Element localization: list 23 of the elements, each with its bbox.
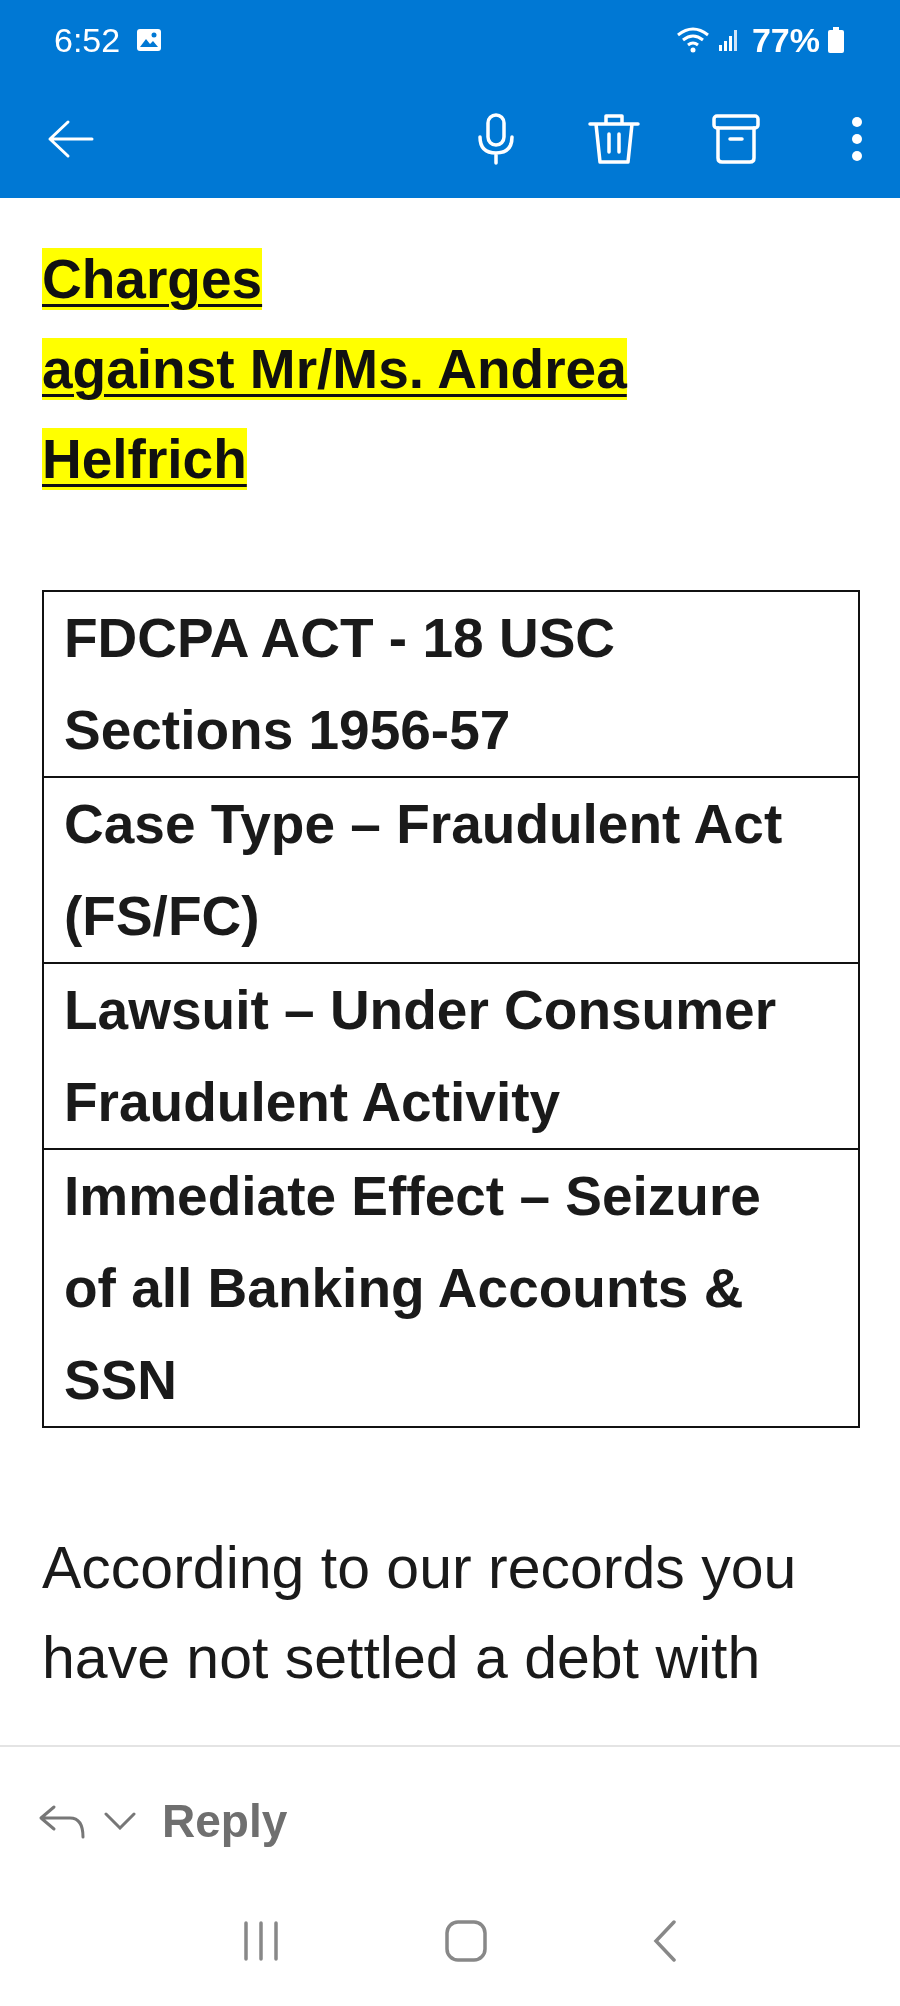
email-heading: Charges against Mr/Ms. Andrea Helfrich: [42, 247, 629, 492]
signal-icon: [717, 28, 740, 52]
archive-icon[interactable]: [712, 114, 760, 164]
recent-apps-icon[interactable]: [242, 1920, 281, 1961]
more-options-icon[interactable]: [850, 116, 864, 162]
chevron-down-icon[interactable]: [104, 1812, 136, 1830]
microphone-icon[interactable]: [476, 113, 516, 165]
table-cell: Immediate Effect – Seizure of all Banking Accounts & SSN: [43, 1149, 859, 1427]
back-icon[interactable]: [651, 1919, 678, 1962]
image-icon: [136, 28, 163, 52]
wifi-icon: [675, 26, 710, 54]
home-icon[interactable]: [445, 1919, 487, 1962]
status-time: 6:52: [54, 20, 121, 60]
battery-percentage: 77%: [751, 20, 820, 60]
back-arrow-icon[interactable]: [46, 119, 94, 159]
reply-icon[interactable]: [38, 1803, 86, 1839]
table-cell: Case Type – Fraudulent Act (FS/FC): [43, 777, 859, 963]
table-cell: FDCPA ACT - 18 USC Sections 1956-57: [43, 591, 859, 777]
email-paragraph: According to our records you have not settled a debt with: [42, 1534, 798, 1693]
battery-icon: [828, 27, 844, 53]
reply-button[interactable]: Reply: [162, 1794, 288, 1848]
table-cell: Lawsuit – Under Consumer Fraudulent Activity: [43, 963, 859, 1149]
delete-icon[interactable]: [588, 112, 640, 166]
